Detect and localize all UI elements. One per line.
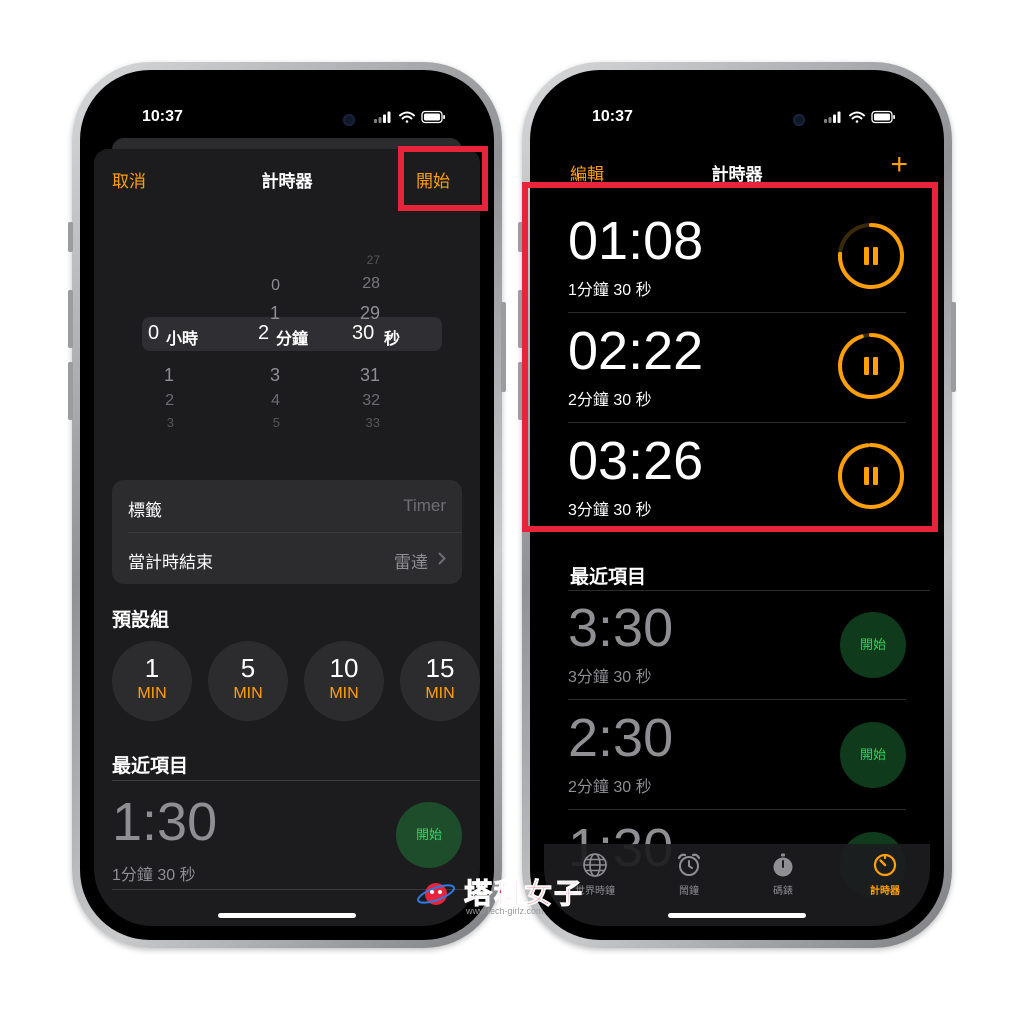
highlight-box [398,146,488,211]
status-icons [824,110,895,124]
timer-sheet: 取消 計時器 開始 1 2 3 0 小時 0 1 2 分鐘 3 4 5 27 2… [94,149,480,926]
home-indicator [668,913,806,918]
recent-heading: 最近項目 [570,567,647,588]
preset-10-min[interactable]: 10 MIN [304,641,384,721]
recent-item[interactable]: 1:30 1分鐘 30 秒 開始 [112,781,462,889]
wifi-icon [849,111,865,123]
seconds-option[interactable]: 31 [350,365,380,386]
preset-value: 15 [425,653,455,683]
tab-stopwatch[interactable]: 碼錶 [748,852,818,897]
recent-desc: 1分鐘 30 秒 [112,867,196,884]
presets-heading: 預設組 [112,610,170,631]
seconds-selected[interactable]: 30 [352,322,374,345]
watermark-url: www.tech-girlz.com [466,906,544,916]
preset-value: 10 [329,653,359,683]
action-button [68,222,73,252]
timer-icon [873,853,897,877]
watermark: 塔科女子 www.tech-girlz.com [416,868,616,918]
minutes-option[interactable]: 1 [250,303,280,324]
camera-icon [343,114,355,126]
recent-heading: 最近項目 [112,756,189,777]
volume-up-button [68,290,73,348]
recent-desc: 3分鐘 30 秒 [568,669,652,686]
tab-label: 碼錶 [773,886,793,897]
minutes-option[interactable]: 0 [250,277,280,295]
chevron-right-icon [438,552,446,565]
preset-5-min[interactable]: 5 MIN [208,641,288,721]
battery-icon [871,110,895,124]
volume-down-button [68,362,73,420]
camera-icon [793,114,805,126]
seconds-option[interactable]: 29 [350,303,380,324]
tab-label: 計時器 [870,886,900,897]
preset-value: 1 [144,653,160,683]
preset-15-min[interactable]: 15 MIN [400,641,480,721]
recent-item[interactable]: 2:30 2分鐘 30 秒 開始 [568,701,906,810]
settings-card: 標籤 Timer 當計時結束 雷達 [112,480,462,584]
status-time: 10:37 [142,108,183,125]
tab-timer[interactable]: 計時器 [850,852,920,897]
stopwatch-icon [773,853,793,877]
preset-unit: MIN [137,685,167,702]
minutes-option[interactable]: 4 [250,392,280,410]
seconds-option[interactable]: 27 [350,253,380,267]
minutes-unit: 分鐘 [276,331,309,348]
preset-unit: MIN [425,685,455,702]
status-time: 10:37 [592,108,633,125]
home-indicator [218,913,356,918]
recent-start-button[interactable]: 開始 [396,802,462,868]
wifi-icon [399,111,415,123]
label-value: Timer [403,496,446,515]
preset-1-min[interactable]: 1 MIN [112,641,192,721]
preset-unit: MIN [233,685,263,702]
hours-selected[interactable]: 0 [148,322,159,345]
tab-label: 鬧鐘 [679,886,699,897]
recent-time: 1:30 [112,792,218,852]
seconds-unit: 秒 [384,331,401,348]
recent-desc: 2分鐘 30 秒 [568,779,652,796]
when-timer-ends-row[interactable]: 當計時結束 雷達 [112,532,462,584]
tab-alarm[interactable]: 鬧鐘 [654,852,724,897]
recent-time: 2:30 [568,708,674,768]
preset-value: 5 [240,653,256,683]
seconds-option[interactable]: 33 [350,415,380,430]
power-button [951,302,956,392]
watermark-logo-icon [417,883,455,905]
when-timer-ends-title: 當計時結束 [128,553,213,572]
label-title: 標籤 [128,501,162,520]
status-icons [374,110,445,124]
power-button [501,302,506,392]
seconds-option[interactable]: 28 [350,275,380,293]
recent-time: 3:30 [568,598,674,658]
highlight-box [522,182,938,532]
hours-option[interactable]: 3 [144,415,174,430]
dynamic-island [257,104,367,136]
minutes-option[interactable]: 5 [250,415,280,430]
cellular-signal-icon [824,111,841,123]
recent-item[interactable]: 3:30 3分鐘 30 秒 開始 [568,591,906,700]
hours-option[interactable]: 2 [144,392,174,410]
hours-option[interactable]: 1 [144,365,174,386]
minutes-selected[interactable]: 2 [258,322,269,345]
seconds-option[interactable]: 32 [350,392,380,410]
recent-start-button[interactable]: 開始 [840,722,906,788]
minutes-option[interactable]: 3 [250,365,280,386]
when-timer-ends-value: 雷達 [394,553,428,572]
battery-icon [421,110,445,124]
recent-start-button[interactable]: 開始 [840,612,906,678]
preset-unit: MIN [329,685,359,702]
dynamic-island [707,104,817,136]
label-row[interactable]: 標籤 Timer [112,480,462,532]
alarm-clock-icon [677,853,701,876]
cellular-signal-icon [374,111,391,123]
add-timer-button[interactable]: + [890,148,908,182]
hours-unit: 小時 [166,331,199,348]
